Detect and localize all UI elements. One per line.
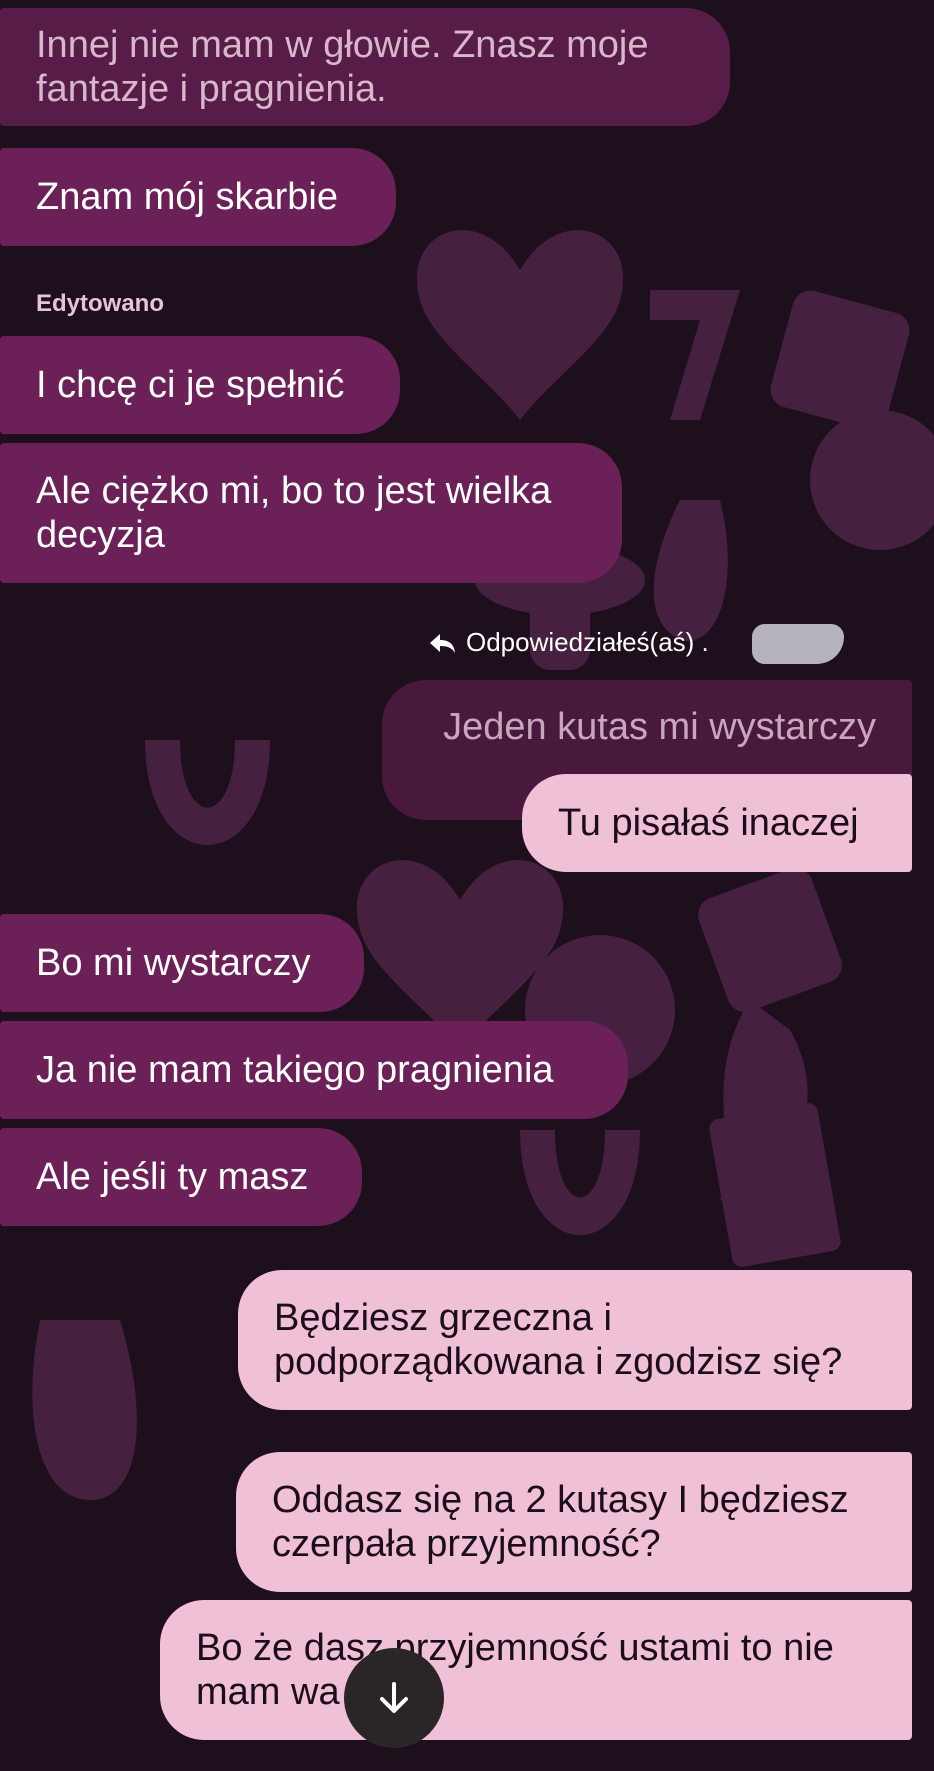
message-bubble-incoming[interactable]: I chcę ci je spełnić <box>0 336 400 434</box>
chat-screen: Innej nie mam w głowie. Znasz moje fanta… <box>0 0 934 1771</box>
message-bubble-outgoing[interactable]: Tu pisałaś inaczej <box>522 774 912 872</box>
reply-indicator: Odpowiedziałeś(aś) . <box>428 627 709 658</box>
foot-charm-icon <box>653 500 728 641</box>
scroll-to-bottom-button[interactable] <box>344 1648 444 1748</box>
message-bubble-outgoing[interactable]: Oddasz się na 2 kutasy I będziesz czerpa… <box>236 1452 912 1592</box>
message-bubble-outgoing[interactable]: Bo że dasz przyjemność ustami to nie mam… <box>160 1600 912 1740</box>
heart-icon <box>416 230 624 420</box>
dice-icon <box>698 868 842 1012</box>
message-bubble-incoming[interactable]: Bo mi wystarczy <box>0 914 364 1012</box>
message-bubble-incoming[interactable]: Ja nie mam takiego pragnienia <box>0 1021 628 1119</box>
eight-ball-icon <box>810 410 934 550</box>
message-bubble-incoming[interactable]: Innej nie mam w głowie. Znasz moje fanta… <box>0 8 730 126</box>
redacted-name <box>752 624 844 664</box>
message-bubble-incoming[interactable]: Ale jeśli ty masz <box>0 1128 362 1226</box>
message-bubble-incoming[interactable]: Ale ciężko mi, bo to jest wielka decyzja <box>0 443 622 583</box>
arrow-down-icon <box>380 1682 408 1713</box>
reply-label-text: Odpowiedziałeś(aś) . <box>466 627 709 657</box>
reply-arrow-icon <box>430 633 455 653</box>
edited-label: Edytowano <box>36 290 165 317</box>
message-bubble-outgoing[interactable]: Będziesz grzeczna i podporządkowana i zg… <box>238 1270 912 1410</box>
message-bubble-incoming[interactable]: Znam mój skarbie <box>0 148 396 246</box>
seven-icon <box>650 290 740 420</box>
horseshoe-icon <box>145 740 270 845</box>
foot-charm-icon <box>32 1320 137 1500</box>
horseshoe-icon <box>520 1130 640 1235</box>
